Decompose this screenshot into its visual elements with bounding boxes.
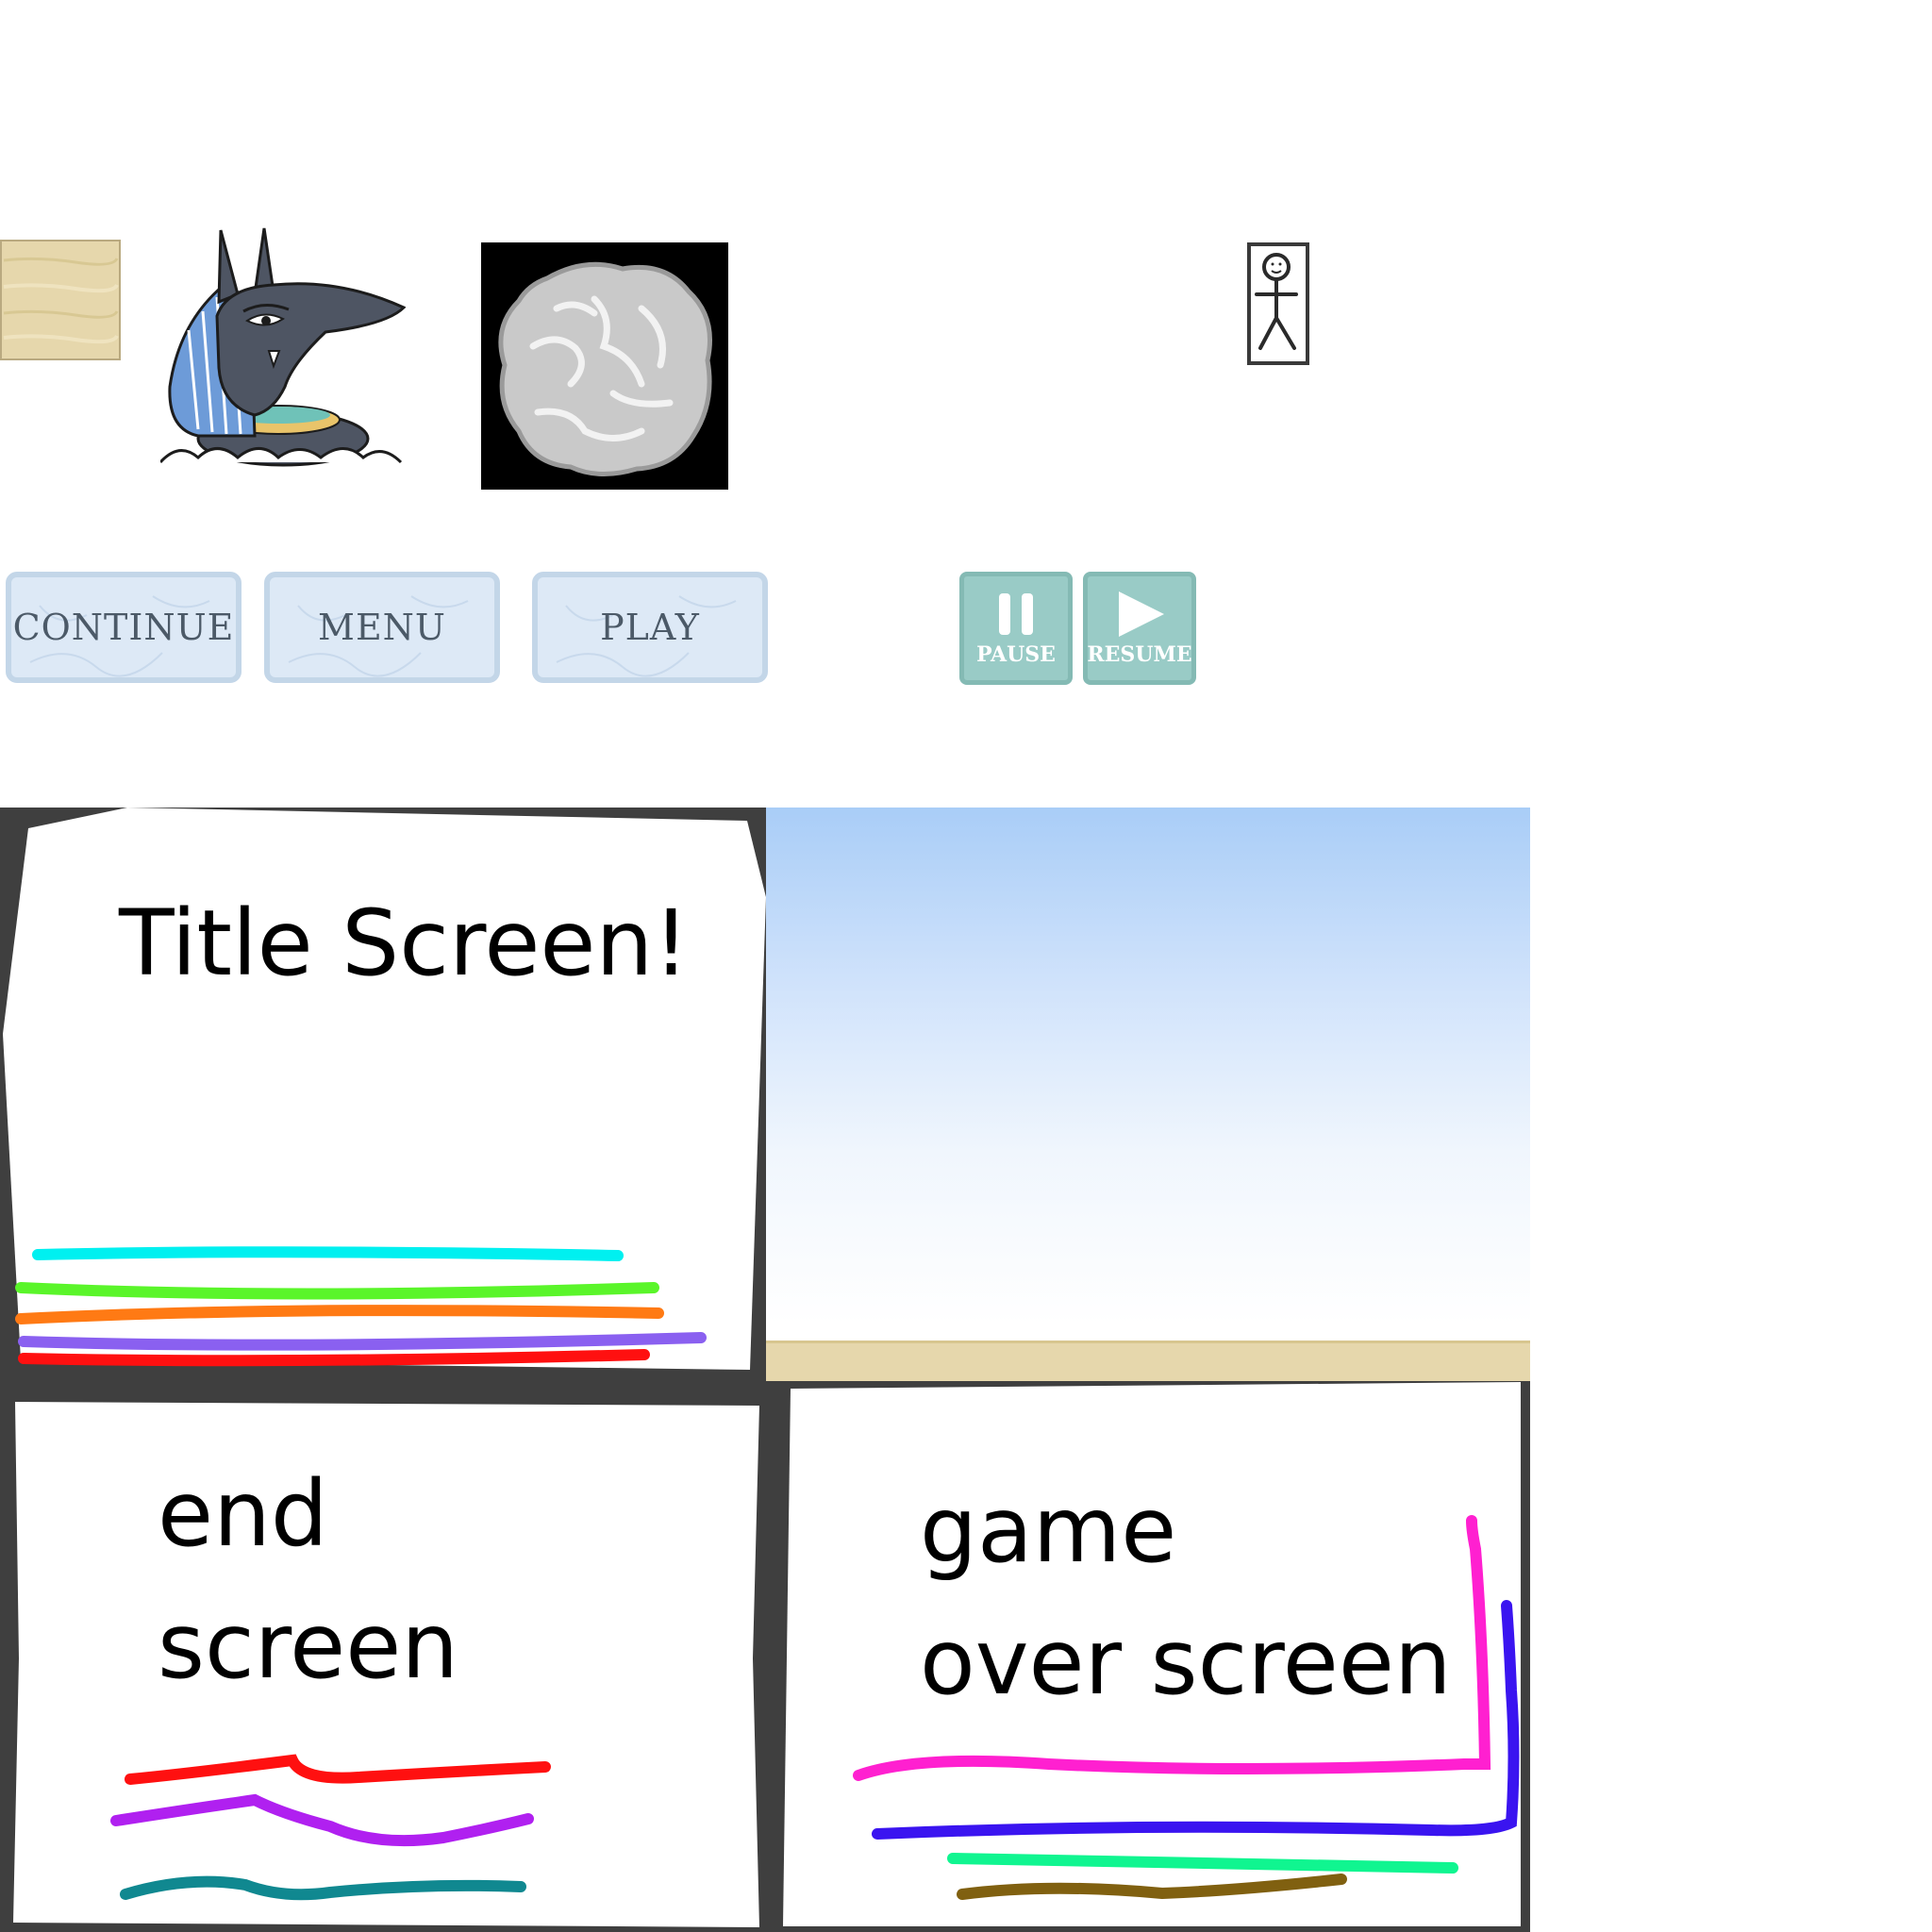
- game-over-screen-panel: game over screen: [766, 1379, 1530, 1932]
- continue-label: CONTINUE: [12, 607, 235, 648]
- title-screen-label: Title Screen!: [119, 891, 690, 996]
- end-screen-label-line1: end: [158, 1461, 328, 1567]
- resume-button[interactable]: RESUME: [1083, 572, 1196, 685]
- anubis-sprite: [158, 226, 407, 472]
- sand-block-sprite: [0, 240, 121, 360]
- anubis-character-icon: [158, 227, 407, 467]
- sand-ground: [766, 1341, 1530, 1381]
- menu-label: MENU: [318, 607, 446, 648]
- continue-button[interactable]: CONTINUE: [6, 572, 242, 683]
- play-label: PLAY: [600, 607, 700, 648]
- play-icon: [1119, 591, 1164, 637]
- pause-label: PAUSE: [976, 642, 1056, 667]
- sky-background-panel: [766, 808, 1530, 1381]
- stickman-icon: [1247, 242, 1309, 365]
- boulder-sprite: [481, 242, 728, 490]
- sand-texture-icon: [0, 240, 121, 360]
- play-button[interactable]: PLAY: [532, 572, 768, 683]
- boulder-icon: [498, 261, 712, 477]
- pause-icon: [999, 593, 1033, 635]
- end-screen-panel: end screen: [0, 1385, 766, 1932]
- game-over-label-line2: over screen: [920, 1609, 1452, 1715]
- resume-label: RESUME: [1087, 642, 1192, 667]
- end-screen-label-line2: screen: [158, 1593, 459, 1699]
- game-over-label-line1: game: [920, 1477, 1177, 1583]
- stickman-sprite: [1247, 242, 1309, 365]
- menu-button[interactable]: MENU: [264, 572, 500, 683]
- pause-button[interactable]: PAUSE: [959, 572, 1073, 685]
- title-screen-panel: Title Screen!: [0, 808, 766, 1379]
